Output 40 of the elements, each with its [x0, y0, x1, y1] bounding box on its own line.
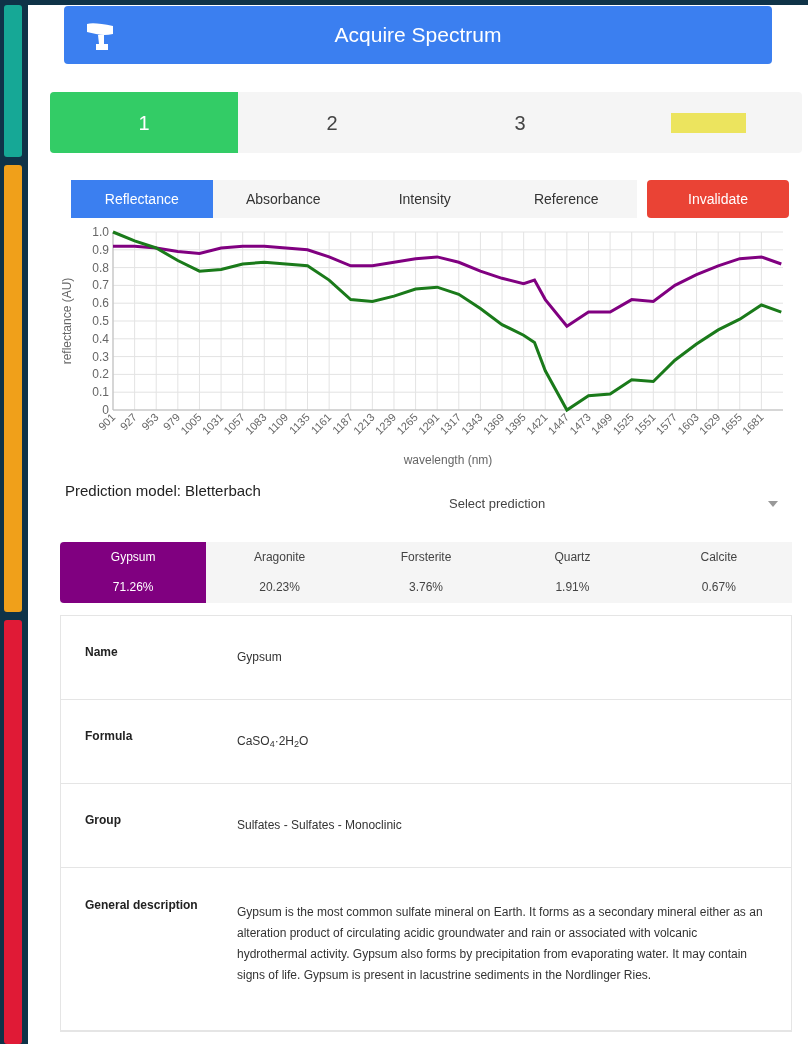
- axis-tick-label: 0.8: [92, 260, 109, 275]
- view-tab[interactable]: Reference: [495, 180, 637, 218]
- prediction-dropdown[interactable]: Select prediction: [395, 494, 778, 514]
- axis-tick-label: 0.7: [92, 278, 109, 293]
- detail-value: Gypsum: [237, 648, 283, 666]
- axis-tick-label: 927: [117, 410, 140, 433]
- axis-tick-label: 953: [139, 410, 161, 433]
- spectrometer-icon: [84, 20, 116, 52]
- detail-label: Formula: [84, 728, 134, 745]
- mineral-tab[interactable]: Forsterite 3.76%: [352, 541, 500, 603]
- axis-title: wavelength (nm): [403, 453, 493, 467]
- step-tab[interactable]: 2: [238, 92, 426, 153]
- view-tab[interactable]: Reflectance: [71, 180, 213, 218]
- mineral-tab[interactable]: Gypsum 71.26%: [60, 541, 207, 603]
- axis-tick-label: 1.0: [92, 225, 109, 239]
- axis-tick-label: 0.3: [92, 349, 109, 364]
- axis-tick-label: 0: [102, 403, 109, 417]
- detail-label: Group: [84, 812, 122, 829]
- axis-title: reflectance (AU): [60, 277, 74, 365]
- axis-tick-label: 0.4: [92, 331, 109, 346]
- detail-value: CaSO$_{4}$·2H$_{2}$O: [237, 732, 310, 751]
- detail-label: General description: [84, 896, 199, 914]
- axis-tick-label: 0.9: [92, 242, 109, 257]
- axis-tick-label: 0.2: [92, 367, 109, 382]
- detail-value: Gypsum is the most common sulfate mineral on Earth. It forms as a secondary mineral either as an alteration product of circulating acidic groundwater and rain or associated with volcanic hydrothermal activity. Gypsum also forms by precipitation from evaporating water. It may contain signs of life. Gypsum is present in lacustrine sediments in the Nordlinger Ries.: [237, 903, 764, 984]
- prediction-model-label: Prediction model: Bletterbach: [65, 481, 262, 501]
- axis-tick-label: 0.6: [92, 296, 109, 311]
- view-tab[interactable]: Intensity: [354, 180, 496, 218]
- acquire-spectrum-button[interactable]: Acquire Spectrum: [64, 6, 772, 64]
- mineral-tab[interactable]: Aragonite 20.23%: [206, 541, 353, 603]
- mineral-tab[interactable]: Quartz 1.91%: [499, 541, 646, 603]
- axis-tick-label: 0.1: [92, 385, 109, 400]
- detail-value: Sulfates - Sulfates - Monoclinic: [237, 816, 403, 834]
- step-tab[interactable]: 3: [426, 92, 614, 153]
- mineral-tab[interactable]: Calcite 0.67%: [645, 541, 793, 603]
- detail-label: Name: [84, 644, 119, 661]
- caret-icon: [768, 500, 778, 507]
- view-tab[interactable]: Absorbance: [212, 180, 354, 218]
- axis-tick-label: 0.5: [92, 314, 109, 328]
- invalidate-button[interactable]: Invalidate: [647, 180, 789, 218]
